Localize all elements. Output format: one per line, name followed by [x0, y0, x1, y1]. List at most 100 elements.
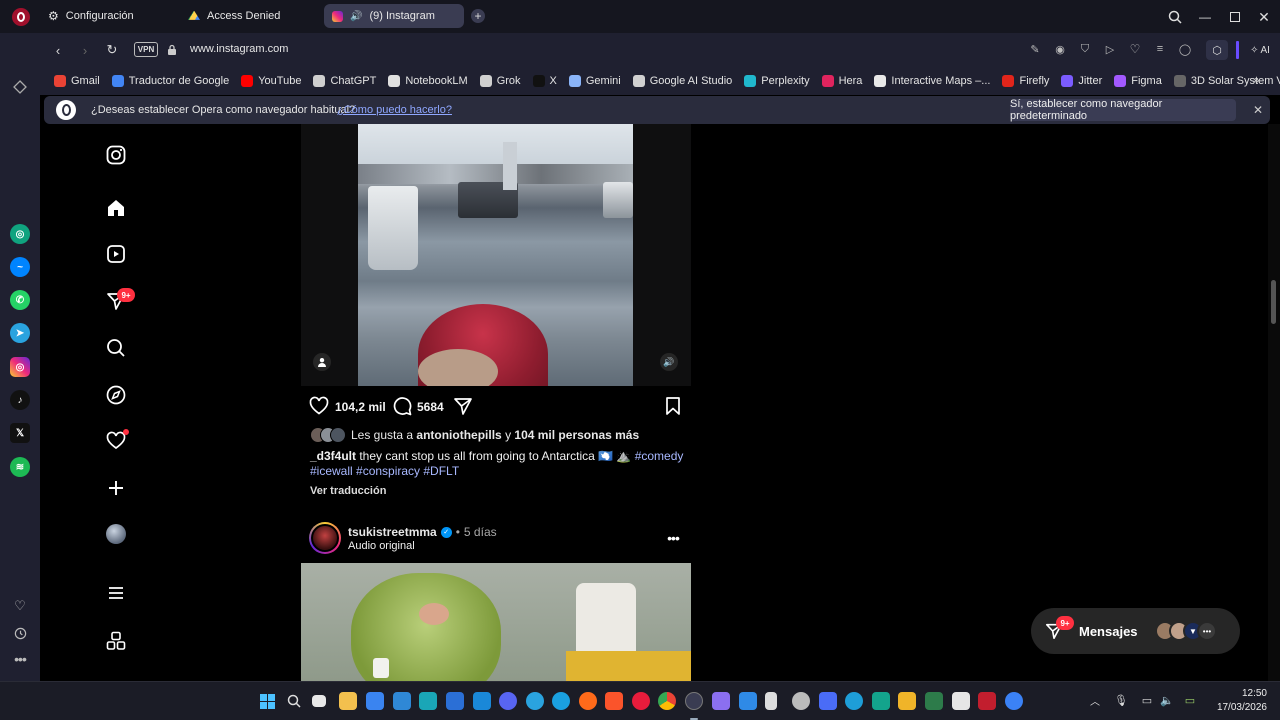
see-translation-link[interactable]: Ver traducción — [310, 485, 386, 497]
reload-button[interactable]: ↻ — [104, 42, 120, 58]
tab-access-denied[interactable]: Access Denied — [180, 4, 320, 28]
opera-gx-icon[interactable] — [685, 692, 703, 710]
create-plus-icon[interactable] — [104, 476, 128, 500]
hashtag-comedy[interactable]: #comedy — [635, 449, 684, 463]
chatgpt-sidebar-icon[interactable]: ◎ — [10, 224, 30, 244]
taskbar-clock[interactable]: 12:50 17/03/2026 — [1207, 687, 1267, 715]
messages-widget[interactable]: 9+ Mensajes ▼ ••• — [1031, 608, 1240, 654]
bookmark-item[interactable]: Grok — [479, 75, 521, 87]
vpn-badge[interactable]: VPN — [134, 42, 158, 57]
edge-icon[interactable] — [552, 692, 570, 710]
brave-icon[interactable] — [605, 692, 623, 710]
instagram-sidebar-icon[interactable]: ◎ — [10, 357, 30, 377]
app-icon-10[interactable] — [952, 692, 970, 710]
tagged-user-icon[interactable] — [313, 353, 331, 371]
bookmark-item[interactable]: Gmail — [54, 75, 100, 87]
lock-icon[interactable] — [166, 43, 178, 57]
volume-tray-icon[interactable]: 🔈 — [1160, 693, 1174, 707]
also-from-meta-icon[interactable] — [104, 629, 128, 653]
telegram-icon[interactable] — [526, 692, 544, 710]
file-explorer-icon[interactable] — [339, 692, 357, 710]
bookmark-item[interactable]: NotebookLM — [388, 75, 468, 87]
phone-link-icon[interactable] — [765, 692, 777, 710]
spotify-sidebar-icon[interactable]: ≋ — [10, 457, 30, 477]
post2-avatar[interactable] — [309, 522, 341, 554]
infobar-close-button[interactable]: ✕ — [1250, 102, 1266, 118]
app-icon-7[interactable] — [872, 692, 890, 710]
search-tabs-icon[interactable] — [1166, 8, 1184, 26]
save-bookmark-icon[interactable] — [663, 396, 683, 416]
back-button[interactable]: ‹ — [50, 42, 66, 58]
bookmark-item[interactable]: Traductor de Google — [111, 75, 229, 87]
windows-start-icon[interactable] — [258, 692, 276, 710]
app-icon-2[interactable] — [419, 692, 437, 710]
close-window-button[interactable]: ✕ — [1255, 8, 1273, 26]
reels-icon[interactable] — [104, 242, 128, 266]
messenger-sidebar-icon[interactable]: ~ — [10, 257, 30, 277]
explore-compass-icon[interactable] — [104, 383, 128, 407]
bookmark-item[interactable]: Perplexity — [744, 75, 810, 87]
app-icon-6[interactable] — [845, 692, 863, 710]
bookmark-item[interactable]: Hera — [821, 75, 862, 87]
caption-author[interactable]: _d3f4ult — [310, 449, 356, 463]
bookmark-item[interactable]: Interactive Maps –... — [874, 75, 990, 87]
profile-avatar[interactable] — [104, 522, 128, 546]
pinboard-icon[interactable] — [10, 77, 30, 97]
bookmarks-overflow-chevron-icon[interactable]: » — [1249, 73, 1263, 87]
history-icon[interactable] — [12, 625, 28, 641]
likes-count[interactable]: 104,2 mil — [335, 400, 386, 414]
more-options-icon[interactable]: ••• — [12, 651, 28, 667]
tab-instagram[interactable]: 🔊 (9) Instagram — [324, 4, 464, 28]
easy-setup-icon[interactable]: ≡ — [1153, 42, 1167, 56]
hashtags[interactable]: #icewall #conspiracy #DFLT — [310, 464, 459, 478]
post2-username[interactable]: tsukistreetmma — [348, 525, 437, 539]
bookmark-item[interactable]: ChatGPT — [313, 75, 376, 87]
page-scrollbar[interactable] — [1268, 124, 1280, 681]
bookmark-item[interactable]: Google AI Studio — [632, 75, 732, 87]
app-icon-1[interactable] — [393, 692, 411, 710]
whatsapp-sidebar-icon[interactable]: ✆ — [10, 290, 30, 310]
aria-ai-button[interactable]: ✧ AI — [1244, 40, 1276, 60]
battery-icon[interactable]: ▭ — [1182, 693, 1198, 707]
menu-hamburger-icon[interactable] — [104, 581, 128, 605]
instagram-logo-icon[interactable] — [104, 143, 128, 167]
like-heart-icon[interactable] — [309, 396, 329, 416]
home-icon[interactable] — [104, 196, 128, 220]
chrome-icon[interactable] — [658, 692, 676, 710]
app-icon-4[interactable] — [792, 692, 810, 710]
app-icon-8[interactable] — [898, 692, 916, 710]
bookmark-item[interactable]: X — [532, 75, 557, 87]
firefox-icon[interactable] — [579, 692, 597, 710]
liked-by-user[interactable]: antoniothepills — [416, 428, 501, 442]
post2-video[interactable] — [301, 563, 691, 681]
favorites-heart-icon[interactable]: ♡ — [12, 598, 28, 614]
minimize-button[interactable]: — — [1196, 8, 1214, 26]
post2-audio[interactable]: Audio original — [348, 540, 415, 552]
set-default-button[interactable]: Sí, establecer como navegador predetermi… — [1010, 98, 1236, 122]
tray-chevron-icon[interactable]: ︿ — [1088, 693, 1102, 708]
display-icon[interactable]: ▭ — [1140, 693, 1154, 707]
share-send-icon[interactable] — [453, 396, 473, 416]
bookmark-item[interactable]: 3D Solar System Vie... — [1173, 75, 1280, 87]
search-icon[interactable] — [104, 336, 128, 360]
tab-configuracion[interactable]: ⚙ Configuración — [40, 4, 176, 28]
app-icon-11[interactable] — [978, 692, 996, 710]
app-icon-3[interactable] — [712, 692, 730, 710]
scrollbar-thumb[interactable] — [1271, 280, 1276, 324]
heart-icon[interactable]: ♡ — [1128, 42, 1142, 56]
profile-icon[interactable]: ◯ — [1178, 42, 1192, 56]
tiktok-sidebar-icon[interactable]: ♪ — [10, 390, 30, 410]
microphone-icon[interactable]: 🎙 — [1114, 693, 1128, 707]
edit-icon[interactable]: ✎ — [1028, 42, 1042, 56]
url-field[interactable]: www.instagram.com — [190, 43, 288, 55]
infobar-how-link[interactable]: ¿Cómo puedo hacerlo? — [337, 104, 452, 116]
calendar-icon[interactable] — [446, 692, 464, 710]
play-icon[interactable]: ▷ — [1103, 42, 1117, 56]
liked-by-count[interactable]: 104 mil personas más — [514, 428, 639, 442]
bookmark-item[interactable]: Figma — [1114, 75, 1162, 87]
bookmark-item[interactable]: Jitter — [1061, 75, 1102, 87]
camera-icon[interactable]: ◉ — [1053, 42, 1067, 56]
bookmark-item[interactable]: YouTube — [241, 75, 301, 87]
shield-icon[interactable]: ⛉ — [1078, 42, 1092, 56]
bookmark-item[interactable]: Firefly — [1002, 75, 1049, 87]
